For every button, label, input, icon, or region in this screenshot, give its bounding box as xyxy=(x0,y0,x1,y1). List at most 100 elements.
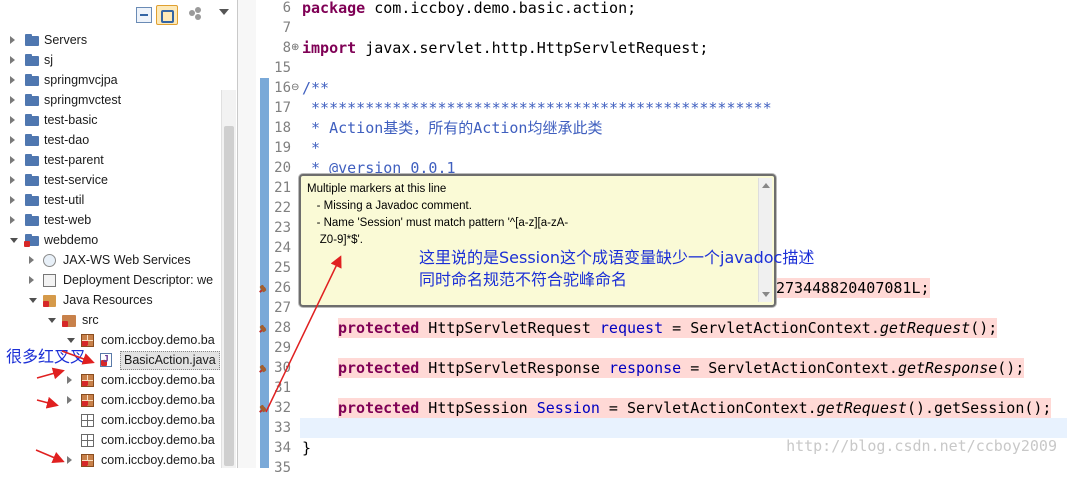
code-token: protected xyxy=(338,359,420,377)
code-token: = ServletActionContext. xyxy=(599,399,817,417)
view-menu-icon[interactable] xyxy=(219,9,229,15)
fold-expand-icon[interactable]: ⊕ xyxy=(291,42,299,53)
error-overlay-icon xyxy=(24,241,30,247)
scroll-up-icon[interactable] xyxy=(762,183,770,188)
expand-arrow-closed-icon[interactable] xyxy=(67,376,72,384)
code-line-comment-blank[interactable]: * xyxy=(302,138,320,158)
tree-scrollbar[interactable] xyxy=(221,90,236,468)
tree-item-label: src xyxy=(82,313,99,327)
tree-item-label: com.iccboy.demo.ba xyxy=(101,373,215,387)
tree-item-package-6[interactable]: com.iccboy.demo.ba xyxy=(67,450,221,468)
line-number: 21 xyxy=(274,180,291,196)
expand-arrow-closed-icon[interactable] xyxy=(10,36,15,44)
tree-item-package-1[interactable]: com.iccboy.demo.ba xyxy=(67,330,221,350)
code-line-session[interactable]: protected HttpSession Session = ServletA… xyxy=(338,398,1052,418)
code-line-close-brace[interactable]: } xyxy=(302,438,311,458)
tree-item-label: sj xyxy=(44,53,54,67)
code-line-comment-start[interactable]: /** xyxy=(302,78,329,98)
code-token: getResponse xyxy=(897,359,998,377)
tree-item-src[interactable]: src xyxy=(48,310,221,330)
tree-item-package-4[interactable]: com.iccboy.demo.ba xyxy=(67,410,221,430)
expand-arrow-closed-icon[interactable] xyxy=(10,96,15,104)
java-file-icon xyxy=(100,350,112,370)
code-line-import[interactable]: import javax.servlet.http.HttpServletReq… xyxy=(302,38,708,58)
line-number: 8 xyxy=(282,40,291,56)
checkstyle-warning-marker-icon[interactable] xyxy=(258,364,268,374)
error-overlay-icon xyxy=(62,321,68,327)
tree-item-test-web[interactable]: test-web xyxy=(10,210,221,230)
tree-item-sj[interactable]: sj xyxy=(10,50,221,70)
tree-item-springmvctest[interactable]: springmvctest xyxy=(10,90,221,110)
error-overlay-icon xyxy=(82,380,88,386)
fold-collapse-icon[interactable]: ⊖ xyxy=(291,82,299,93)
code-line-comment-stars[interactable]: ****************************************… xyxy=(302,98,772,118)
expand-arrow-closed-icon[interactable] xyxy=(10,56,15,64)
error-overlay-icon xyxy=(43,301,49,307)
code-line-serial[interactable]: 273448820407081L; xyxy=(776,278,930,298)
expand-arrow-closed-icon[interactable] xyxy=(29,256,34,264)
working-sets-icon[interactable] xyxy=(189,7,205,23)
tree-item-label: Deployment Descriptor: we xyxy=(63,273,214,287)
tree-item-java-resources[interactable]: Java Resources xyxy=(29,290,221,310)
tree-item-deployment-descriptor[interactable]: Deployment Descriptor: we xyxy=(29,270,221,290)
tree-item-webdemo[interactable]: webdemo xyxy=(10,230,221,250)
tooltip-scrollbar[interactable] xyxy=(758,178,772,302)
tree-item-package-5[interactable]: com.iccboy.demo.ba xyxy=(67,430,221,450)
code-token: (); xyxy=(997,359,1025,377)
package-icon xyxy=(81,374,94,387)
code-line-comment-desc[interactable]: * Action基类，所有的Action均继承此类 xyxy=(302,118,602,138)
link-with-editor-icon[interactable] xyxy=(156,5,178,25)
collapse-all-icon[interactable] xyxy=(136,7,152,23)
annotation-left-note: 很多红叉叉 xyxy=(6,347,87,366)
tree-item-basicaction[interactable]: BasicAction.java xyxy=(86,350,221,370)
package-icon xyxy=(81,454,94,467)
expand-arrow-closed-icon[interactable] xyxy=(29,276,34,284)
tree-item-label: BasicAction.java xyxy=(120,351,220,370)
tree-item-label: test-basic xyxy=(44,113,98,127)
tree-item-label: test-web xyxy=(44,213,92,227)
expand-arrow-open-icon[interactable] xyxy=(10,238,18,243)
tree-item-servers[interactable]: Servers xyxy=(10,30,221,50)
checkstyle-warning-marker-icon[interactable] xyxy=(258,404,268,414)
code-token: protected xyxy=(338,319,420,337)
expand-arrow-closed-icon[interactable] xyxy=(67,396,72,404)
code-line-request[interactable]: protected HttpServletRequest request = S… xyxy=(338,318,998,338)
tree-item-test-parent[interactable]: test-parent xyxy=(10,150,221,170)
code-token: HttpSession xyxy=(419,399,537,417)
empty-package-icon xyxy=(81,434,94,447)
line-number: 34 xyxy=(274,440,291,456)
tree-item-springmvcjpa[interactable]: springmvcjpa xyxy=(10,70,221,90)
tree-item-test-util[interactable]: test-util xyxy=(10,190,221,210)
tree-item-test-service[interactable]: test-service xyxy=(10,170,221,190)
project-folder-icon xyxy=(24,193,40,207)
code-line-response[interactable]: protected HttpServletResponse response =… xyxy=(338,358,1025,378)
tree-item-test-dao[interactable]: test-dao xyxy=(10,130,221,150)
tree-item-jax-ws[interactable]: JAX-WS Web Services xyxy=(29,250,221,270)
code-token: com.iccboy.demo.basic.action; xyxy=(365,0,637,17)
tree-item-package-3[interactable]: com.iccboy.demo.ba xyxy=(67,390,221,410)
expand-arrow-closed-icon[interactable] xyxy=(10,116,15,124)
project-folder-icon xyxy=(24,73,40,87)
expand-arrow-open-icon[interactable] xyxy=(29,298,37,303)
line-number: 22 xyxy=(274,200,291,216)
tree-item-label: test-parent xyxy=(44,153,104,167)
tree-item-package-2[interactable]: com.iccboy.demo.ba xyxy=(67,370,221,390)
watermark: http://blog.csdn.net/ccboy2009 xyxy=(786,437,1057,455)
expand-arrow-closed-icon[interactable] xyxy=(67,456,72,464)
checkstyle-warning-marker-icon[interactable] xyxy=(258,324,268,334)
tree-item-label: com.iccboy.demo.ba xyxy=(101,453,215,467)
scroll-down-icon[interactable] xyxy=(762,292,770,297)
package-explorer: Servers sj springmvcjpa springmvctest test-b… xyxy=(0,0,238,468)
tree-item-test-basic[interactable]: test-basic xyxy=(10,110,221,130)
checkstyle-warning-marker-icon[interactable] xyxy=(258,284,268,294)
code-line-package[interactable]: package com.iccboy.demo.basic.action; xyxy=(302,0,636,18)
expand-arrow-closed-icon[interactable] xyxy=(10,216,15,224)
tree-scrollbar-thumb[interactable] xyxy=(224,126,234,466)
expand-arrow-closed-icon[interactable] xyxy=(10,136,15,144)
expand-arrow-open-icon[interactable] xyxy=(48,318,56,323)
expand-arrow-closed-icon[interactable] xyxy=(10,176,15,184)
expand-arrow-closed-icon[interactable] xyxy=(10,196,15,204)
error-overlay-icon xyxy=(82,460,88,466)
expand-arrow-closed-icon[interactable] xyxy=(10,76,15,84)
expand-arrow-closed-icon[interactable] xyxy=(10,156,15,164)
